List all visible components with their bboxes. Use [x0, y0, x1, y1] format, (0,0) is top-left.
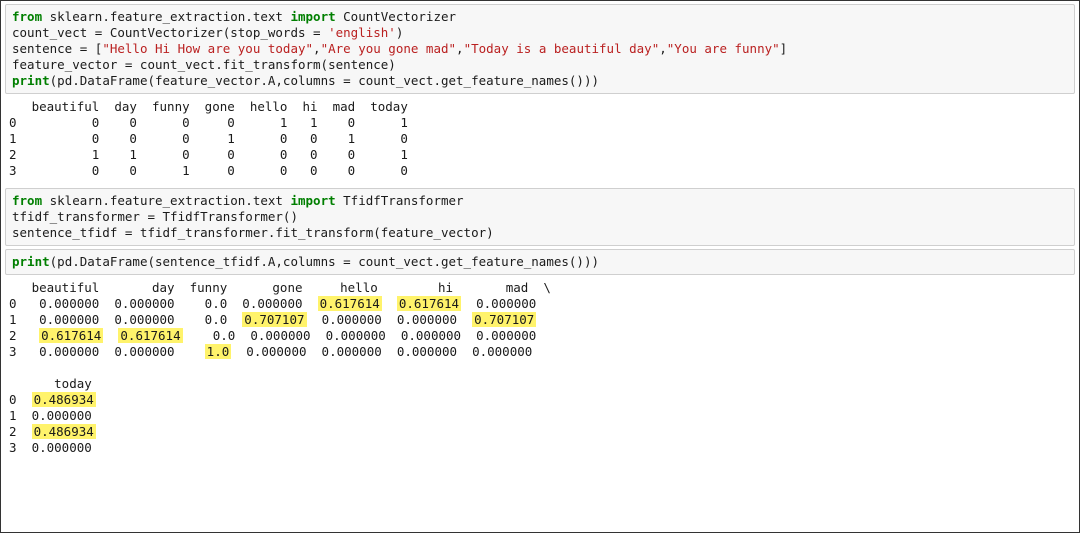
kw-print: print: [12, 73, 50, 88]
code-text: TfidfTransformer: [336, 193, 464, 208]
kw-from: from: [12, 193, 42, 208]
code-text: sklearn.feature_extraction.text: [42, 193, 290, 208]
table-row: 2 0.617614 0.617614 0.0 0.000000 0.00000…: [9, 328, 536, 343]
highlight: 1.0: [205, 344, 232, 359]
table-row: 1 0 0 0 1 0 0 1 0: [9, 131, 408, 146]
output-block-1: beautiful day funny gone hello hi mad to…: [1, 97, 1079, 185]
code-text: feature_vector = count_vect.fit_transfor…: [12, 57, 396, 72]
kw-print: print: [12, 254, 50, 269]
code-text: ]: [780, 41, 788, 56]
code-text: tfidf_transformer = TfidfTransformer(): [12, 209, 298, 224]
highlight: 0.486934: [32, 392, 96, 407]
highlight: 0.617614: [39, 328, 103, 343]
string-literal: "Are you gone mad": [321, 41, 456, 56]
code-text: (pd.DataFrame(sentence_tfidf.A,columns =…: [50, 254, 599, 269]
string-literal: "You are funny": [667, 41, 780, 56]
table-header: today: [9, 376, 92, 391]
code-text: sentence = [: [12, 41, 102, 56]
code-text: count_vect = CountVectorizer(stop_words …: [12, 25, 328, 40]
table-header: beautiful day funny gone hello hi mad to…: [9, 99, 408, 114]
highlight: 0.707107: [242, 312, 306, 327]
highlight: 0.617614: [397, 296, 461, 311]
table-row: 3 0.000000: [9, 440, 92, 455]
string-literal: "Hello Hi How are you today": [102, 41, 313, 56]
code-text: ): [396, 25, 404, 40]
highlight: 0.707107: [472, 312, 536, 327]
table-row: 3 0.000000 0.000000 1.0 0.000000 0.00000…: [9, 344, 532, 359]
table-row: 1 0.000000 0.000000 0.0 0.707107 0.00000…: [9, 312, 536, 327]
highlight: 0.486934: [32, 424, 96, 439]
table-row: 3 0 0 1 0 0 0 0 0: [9, 163, 408, 178]
code-text: (pd.DataFrame(feature_vector.A,columns =…: [50, 73, 599, 88]
table-row: 0 0.000000 0.000000 0.0 0.000000 0.61761…: [9, 296, 536, 311]
code-cell-3[interactable]: print(pd.DataFrame(sentence_tfidf.A,colu…: [5, 249, 1075, 275]
code-text: sentence_tfidf = tfidf_transformer.fit_t…: [12, 225, 494, 240]
table-header: beautiful day funny gone hello hi mad \: [9, 280, 551, 295]
kw-from: from: [12, 9, 42, 24]
code-text: CountVectorizer: [336, 9, 456, 24]
kw-import: import: [290, 193, 335, 208]
code-text: sklearn.feature_extraction.text: [42, 9, 290, 24]
table-row: 0 0 0 0 0 1 1 0 1: [9, 115, 408, 130]
table-row: 0 0.486934: [9, 392, 96, 407]
code-cell-1[interactable]: from sklearn.feature_extraction.text imp…: [5, 4, 1075, 94]
kw-import: import: [290, 9, 335, 24]
highlight: 0.617614: [118, 328, 182, 343]
table-row: 1 0.000000: [9, 408, 92, 423]
string-literal: "Today is a beautiful day": [464, 41, 660, 56]
code-cell-2[interactable]: from sklearn.feature_extraction.text imp…: [5, 188, 1075, 246]
highlight: 0.617614: [318, 296, 382, 311]
output-block-2: beautiful day funny gone hello hi mad \ …: [1, 278, 1079, 462]
notebook-page: from sklearn.feature_extraction.text imp…: [0, 0, 1080, 533]
table-row: 2 0.486934: [9, 424, 96, 439]
string-literal: 'english': [328, 25, 396, 40]
table-row: 2 1 1 0 0 0 0 0 1: [9, 147, 408, 162]
